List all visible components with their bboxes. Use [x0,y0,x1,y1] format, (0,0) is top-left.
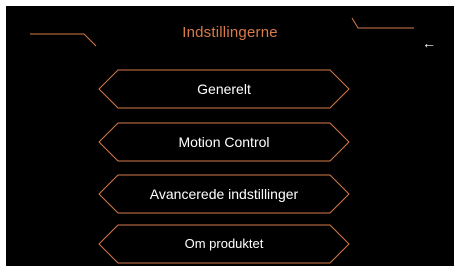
menu-item-about-product[interactable]: Om produktet [98,224,350,264]
menu-item-label: Motion Control [178,134,270,150]
menu-item-advanced-settings[interactable]: Avancerede indstillinger [98,174,350,214]
page-title: Indstillingerne [182,24,278,41]
menu-item-label: Om produktet [184,236,264,251]
menu-item-label: Generelt [197,81,251,97]
settings-screen: Indstillingerne ← Generelt Motion Contro… [6,6,454,266]
menu-item-label: Avancerede indstillinger [149,186,299,202]
arrow-left-icon: ← [422,35,436,51]
back-button[interactable]: ← [418,32,440,54]
menu-item-general[interactable]: Generelt [98,69,350,109]
menu-item-motion-control[interactable]: Motion Control [98,122,350,162]
